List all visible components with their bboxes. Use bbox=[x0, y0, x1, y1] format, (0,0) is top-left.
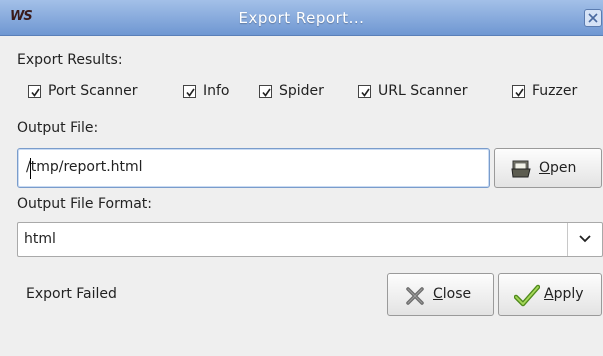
checkmark-apply-icon bbox=[514, 284, 540, 307]
close-icon bbox=[588, 13, 598, 23]
status-text: Export Failed bbox=[26, 286, 117, 302]
close-button-label: Close bbox=[433, 286, 471, 302]
apply-mnemonic: A bbox=[544, 286, 554, 302]
apply-label-rest: pply bbox=[553, 286, 584, 302]
title-bar: WS Export Report... bbox=[0, 0, 603, 36]
output-format-label: Output File Format: bbox=[17, 196, 153, 212]
checkbox-box bbox=[358, 85, 371, 98]
open-button-label: Open bbox=[539, 160, 576, 176]
checkbox-label: URL Scanner bbox=[378, 83, 468, 99]
checkmark-icon bbox=[262, 88, 271, 97]
combo-separator bbox=[567, 223, 568, 256]
export-results-label: Export Results: bbox=[17, 52, 123, 68]
checkmark-icon bbox=[31, 88, 40, 97]
open-label-rest: pen bbox=[550, 160, 577, 176]
text-caret bbox=[30, 158, 31, 179]
checkmark-icon bbox=[186, 88, 195, 97]
apply-button[interactable]: Apply bbox=[498, 273, 602, 316]
open-mnemonic: O bbox=[539, 160, 551, 176]
output-file-input[interactable]: /tmp/report.html bbox=[17, 148, 490, 188]
close-mnemonic: C bbox=[433, 286, 443, 302]
close-label-rest: lose bbox=[442, 286, 472, 302]
checkbox-label: Info bbox=[203, 83, 230, 99]
checkbox-label: Fuzzer bbox=[532, 83, 578, 99]
output-file-label: Output File: bbox=[17, 120, 99, 136]
close-x-icon bbox=[406, 287, 424, 305]
checkmark-icon bbox=[515, 88, 524, 97]
checkbox-box bbox=[259, 85, 272, 98]
apply-button-label: Apply bbox=[544, 286, 584, 302]
window-title: Export Report... bbox=[238, 9, 365, 27]
checkbox-box bbox=[512, 85, 525, 98]
folder-open-icon bbox=[511, 160, 531, 178]
checkbox-label: Port Scanner bbox=[48, 83, 138, 99]
output-format-value: html bbox=[24, 231, 56, 247]
checkbox-label: Spider bbox=[279, 83, 324, 99]
open-button[interactable]: Open bbox=[494, 148, 602, 188]
checkbox-box bbox=[183, 85, 196, 98]
checkbox-box bbox=[28, 85, 41, 98]
checkmark-icon bbox=[361, 88, 370, 97]
chevron-down-icon[interactable] bbox=[578, 234, 592, 244]
window-close-button[interactable] bbox=[584, 9, 602, 27]
output-file-value: /tmp/report.html bbox=[26, 159, 143, 175]
output-format-select[interactable]: html bbox=[17, 222, 603, 257]
close-button[interactable]: Close bbox=[387, 273, 494, 316]
